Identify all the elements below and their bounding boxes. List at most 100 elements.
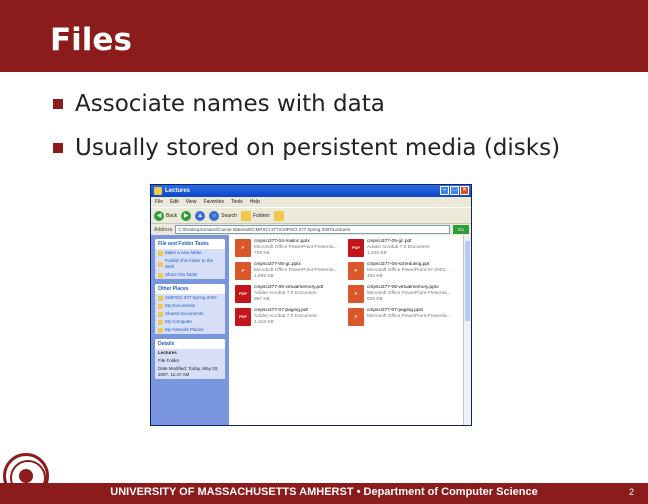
- file-item[interactable]: PDF cmpsci377-05-gc.pdf Adobe Acrobat 7.…: [348, 239, 457, 259]
- explorer-window: Lectures – □ × File Edit View Favorites …: [150, 184, 472, 426]
- bullet-item: Usually stored on persistent media (disk…: [53, 134, 560, 162]
- task-new-folder[interactable]: Make a new folder: [155, 249, 225, 257]
- search-button[interactable]: ○ Search: [209, 210, 237, 221]
- shared-documents-icon: [158, 311, 163, 317]
- task-share-folder[interactable]: Share this folder: [155, 271, 225, 279]
- place-label: My Network Places: [165, 327, 204, 332]
- file-item[interactable]: P cmpsci377-07-paging.pptx Microsoft Off…: [348, 308, 457, 328]
- file-item[interactable]: P cmpsci377-05-gc.pptx Microsoft Office …: [235, 262, 344, 282]
- place-my-documents[interactable]: My Documents: [155, 302, 225, 310]
- minimize-button[interactable]: –: [440, 186, 449, 195]
- menu-favorites[interactable]: Favorites: [203, 199, 224, 205]
- window-content: File and Folder Tasks Make a new folder …: [151, 235, 471, 425]
- file-item[interactable]: P cmpsci377-04-malloc.pptx Microsoft Off…: [235, 239, 344, 259]
- place-label: CMPSCI 377 Spring 2007: [165, 295, 217, 300]
- forward-button[interactable]: ▶: [181, 210, 192, 221]
- footer-bar: UNIVERSITY OF MASSACHUSETTS AMHERST • De…: [0, 483, 648, 504]
- address-label: Address: [154, 226, 173, 233]
- network-places-icon: [158, 327, 163, 333]
- bullet-list: Associate names with data Usually stored…: [53, 90, 560, 178]
- pdf-file-icon: PDF: [348, 239, 364, 257]
- task-label: Share this folder: [165, 272, 198, 277]
- task-publish-web[interactable]: Publish this folder to the Web: [155, 257, 225, 271]
- file-size: 957 KB: [254, 297, 270, 302]
- menu-help[interactable]: Help: [250, 199, 260, 205]
- vertical-scrollbar[interactable]: [463, 235, 471, 425]
- other-places-heading[interactable]: Other Places: [155, 284, 225, 294]
- folder-icon: [154, 187, 162, 195]
- address-input[interactable]: C:\Desktop\Umass\Course Materials\CMPSCI…: [175, 225, 450, 234]
- file-size: 456 KB: [367, 274, 383, 279]
- file-folder-tasks-panel: File and Folder Tasks Make a new folder …: [155, 239, 225, 279]
- bullet-text: Associate names with data: [75, 91, 385, 117]
- place-my-network-places[interactable]: My Network Places: [155, 326, 225, 334]
- file-size: 1,696 KB: [254, 274, 274, 279]
- powerpoint-file-icon: P: [348, 262, 364, 280]
- address-bar: Address C:\Desktop\Umass\Course Material…: [151, 223, 471, 235]
- maximize-button[interactable]: □: [450, 186, 459, 195]
- page-number: 2: [628, 487, 634, 497]
- share-folder-icon: [158, 272, 163, 278]
- back-arrow-icon: ◀: [154, 210, 164, 221]
- other-places-panel: Other Places CMPSCI 377 Spring 2007 My D…: [155, 284, 225, 334]
- folders-icon: [240, 210, 251, 221]
- my-documents-icon: [158, 303, 163, 309]
- menu-view[interactable]: View: [186, 199, 197, 205]
- file-size: 629 KB: [367, 297, 383, 302]
- details-modified: Date Modified: Today, May 03, 2007, 11:4…: [158, 366, 219, 377]
- footer-text: UNIVERSITY OF MASSACHUSETTS AMHERST • De…: [110, 486, 538, 498]
- folder-icon: [158, 295, 163, 301]
- menu-tools[interactable]: Tools: [231, 199, 243, 205]
- file-size: 1,316 KB: [254, 320, 274, 325]
- publish-web-icon: [158, 261, 163, 267]
- place-shared-documents[interactable]: Shared Documents: [155, 310, 225, 318]
- pdf-file-icon: PDF: [235, 285, 251, 303]
- window-title-bar[interactable]: Lectures – □ ×: [151, 185, 471, 197]
- file-type: Microsoft Office PowerPoint Presenta...: [367, 314, 451, 319]
- bullet-item: Associate names with data: [53, 90, 560, 118]
- back-button[interactable]: ◀ Back: [154, 210, 178, 221]
- title-bar: Files: [0, 0, 648, 72]
- file-folder-tasks-heading[interactable]: File and Folder Tasks: [155, 239, 225, 249]
- pdf-file-icon: PDF: [235, 308, 251, 326]
- place-label: My Documents: [165, 303, 196, 308]
- file-item[interactable]: P cmpsci377-06-virtualmemory.pptx Micros…: [348, 285, 457, 305]
- menu-file[interactable]: File: [155, 199, 163, 205]
- menu-bar: File Edit View Favorites Tools Help: [151, 197, 471, 207]
- views-button[interactable]: [273, 210, 284, 221]
- file-list: P cmpsci377-04-malloc.pptx Microsoft Off…: [229, 235, 463, 425]
- bullet-square-icon: [53, 143, 63, 153]
- powerpoint-file-icon: P: [235, 262, 251, 280]
- task-label: Make a new folder: [165, 250, 202, 255]
- details-heading[interactable]: Details: [155, 339, 225, 349]
- go-button[interactable]: Go: [453, 225, 469, 234]
- file-size: 1,045 KB: [367, 251, 387, 256]
- my-computer-icon: [158, 319, 163, 325]
- file-item[interactable]: PDF cmpsci377-07-paging.pdf Adobe Acroba…: [235, 308, 344, 328]
- back-label: Back: [166, 212, 178, 219]
- up-folder-button[interactable]: ▲: [195, 210, 206, 221]
- details-panel: Details Lectures File Folder Date Modifi…: [155, 339, 225, 379]
- menu-edit[interactable]: Edit: [170, 199, 179, 205]
- file-item[interactable]: PDF cmpsci377-06-virtualmemory.pdf Adobe…: [235, 285, 344, 305]
- toolbar: ◀ Back ▶ ▲ ○ Search Folders: [151, 207, 471, 223]
- details-name: Lectures: [158, 350, 177, 355]
- folders-button[interactable]: Folders: [240, 210, 270, 221]
- place-my-computer[interactable]: My Computer: [155, 318, 225, 326]
- window-title: Lectures: [165, 188, 191, 194]
- details-type: File Folder: [158, 358, 180, 363]
- task-label: Publish this folder to the Web: [165, 258, 214, 269]
- scrollbar-thumb[interactable]: [465, 241, 470, 321]
- window-controls: – □ ×: [440, 186, 469, 195]
- folders-label: Folders: [252, 212, 270, 219]
- powerpoint-file-icon: P: [348, 308, 364, 326]
- place-label: Shared Documents: [165, 311, 204, 316]
- search-label: Search: [221, 212, 237, 219]
- bullet-square-icon: [53, 99, 63, 109]
- close-button[interactable]: ×: [460, 186, 469, 195]
- slide-title: Files: [50, 22, 132, 58]
- place-cmpsci377[interactable]: CMPSCI 377 Spring 2007: [155, 294, 225, 302]
- place-label: My Computer: [165, 319, 193, 324]
- new-folder-icon: [158, 250, 163, 256]
- file-item[interactable]: P cmpsci377-06-scheduling.ppt Microsoft …: [348, 262, 457, 282]
